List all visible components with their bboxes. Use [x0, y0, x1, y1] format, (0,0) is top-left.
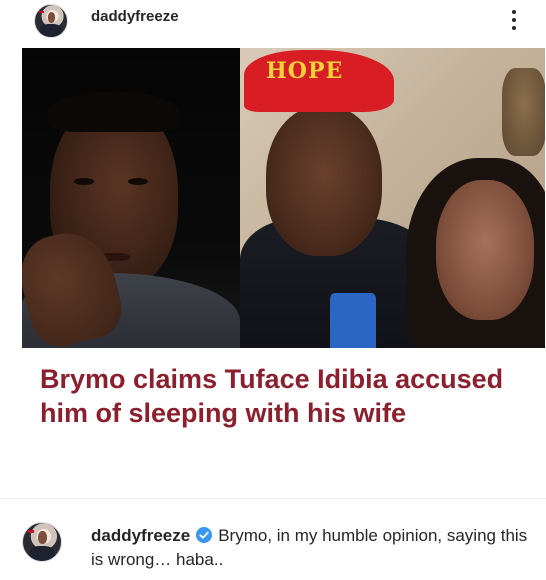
caption-username[interactable]: daddyfreeze	[91, 526, 190, 545]
red-cap: HOPE	[244, 50, 394, 112]
post-image[interactable]: HOPE	[22, 48, 545, 348]
profile-avatar[interactable]	[34, 4, 68, 38]
photo-couple: HOPE	[240, 48, 545, 348]
more-vertical-icon[interactable]	[506, 6, 522, 34]
comment-avatar[interactable]	[22, 522, 62, 562]
headline-banner: Brymo claims Tuface Idibia accused him o…	[22, 348, 545, 486]
photo-man-portrait	[22, 48, 240, 348]
post-username[interactable]: daddyfreeze	[91, 8, 179, 25]
divider	[0, 498, 546, 499]
cap-text: HOPE	[266, 58, 344, 84]
post-header: daddyfreeze	[0, 0, 546, 42]
caption: daddyfreeze Brymo, in my humble opinion, …	[91, 524, 531, 572]
headline-text: Brymo claims Tuface Idibia accused him o…	[40, 364, 504, 428]
verified-badge-icon	[196, 527, 213, 543]
